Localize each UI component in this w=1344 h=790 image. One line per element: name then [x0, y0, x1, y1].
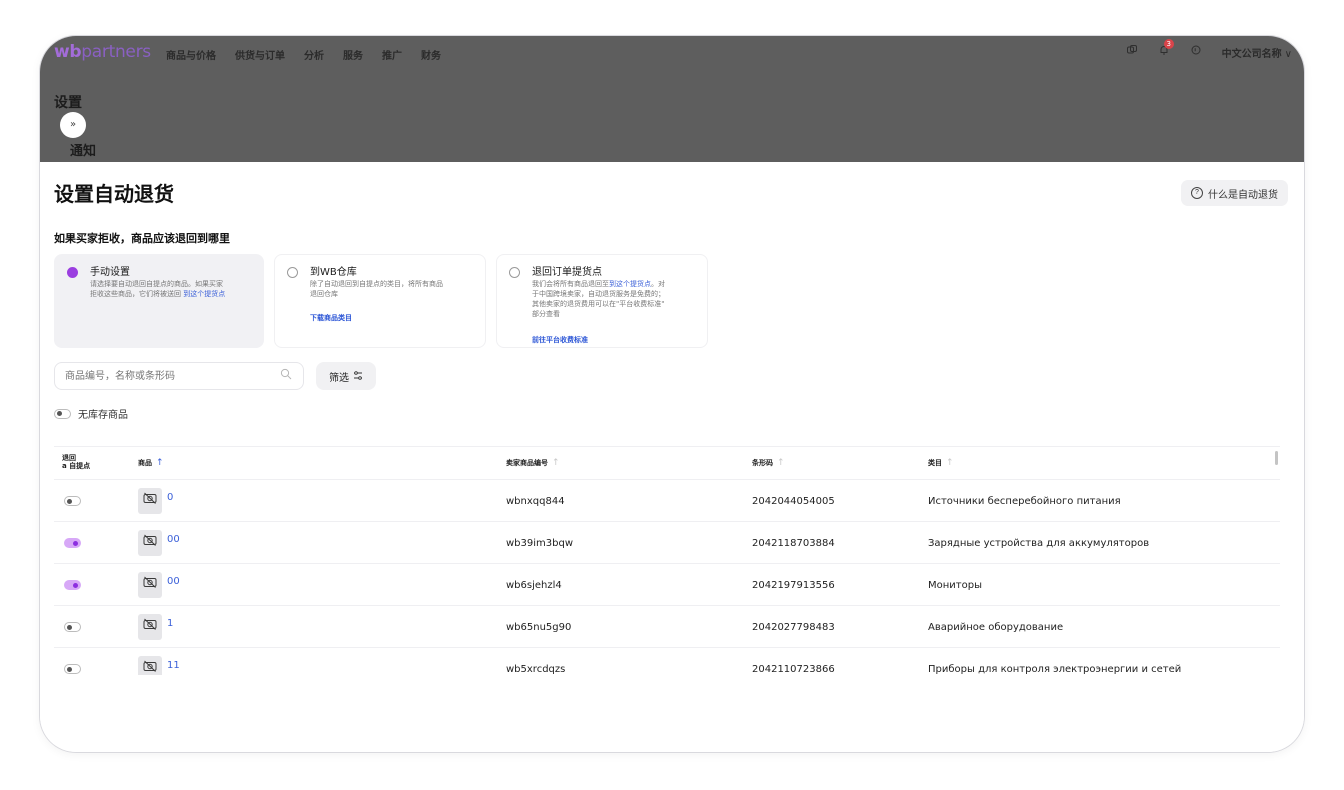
seller-code-cell: wbnxqq844	[506, 496, 565, 507]
products-table: 退回 a 自提点 商品 ↑ 卖家商品编号 ↑ 条形码 ↑ 类目 ↑ 0 wbnxqq844…	[54, 446, 1280, 675]
app-window: wbpartners 商品与价格 供货与订单 分析 服务 推广 财务 3 中文公…	[40, 36, 1304, 752]
sort-up-icon[interactable]: ↑	[946, 458, 954, 468]
settings-panel: 设置自动退货 ? 什么是自动退货 如果买家拒收，商品应该退回到哪里 手动设置 请…	[40, 162, 1304, 752]
category-cell: Зарядные устройства для аккумуляторов	[928, 538, 1150, 549]
sort-up-icon[interactable]: ↑	[552, 458, 560, 468]
barcode-cell: 2042044054005	[752, 496, 835, 507]
main-nav: 商品与价格 供货与订单 分析 服务 推广 财务	[166, 47, 460, 62]
product-name-link[interactable]: 11	[167, 660, 180, 671]
company-selector[interactable]: 中文公司名称 ∨	[1222, 45, 1292, 60]
table-row: 1 wb65nu5g90 2042027798483 Аварийное оборуд…	[54, 605, 1280, 648]
chat-icon[interactable]	[1124, 44, 1140, 60]
table-row: 00 wb6sjehzl4 2042197913556 Мониторы	[54, 563, 1280, 606]
nav-finance[interactable]: 财务	[421, 47, 441, 62]
breadcrumb-settings[interactable]: 设置	[54, 92, 82, 112]
table-scrollbar[interactable]	[1275, 451, 1278, 465]
support-icon[interactable]	[1188, 44, 1204, 60]
sort-up-icon[interactable]: ↑	[156, 458, 164, 468]
no-stock-toggle-row: 无库存商品	[54, 406, 128, 421]
question-icon: ?	[1191, 187, 1203, 199]
search-icon[interactable]	[280, 368, 292, 380]
sliders-icon	[353, 370, 363, 382]
return-pickup-toggle[interactable]	[64, 580, 81, 590]
product-name-link[interactable]: 0	[167, 492, 173, 503]
option-description: 我们会将所有商品退回至到这个提货点。对 于中国跨境卖家，自动退货服务是免费的； …	[532, 280, 665, 318]
section-subtitle: 如果买家拒收，商品应该退回到哪里	[54, 232, 230, 245]
table-row: 00 wb39im3bqw 2042118703884 Зарядные устрой…	[54, 521, 1280, 564]
option-manual[interactable]: 手动设置 请选择要自动退回自提点的商品。如果买家 拒收这些商品，它们将被送回 到…	[54, 254, 264, 348]
seller-code-cell: wb5xrcdqzs	[506, 664, 566, 675]
option-title: 退回订单提货点	[532, 267, 602, 278]
col-product[interactable]: 商品 ↑	[138, 458, 164, 468]
product-name-link[interactable]: 00	[167, 576, 180, 587]
col-return-pickup: 退回 a 自提点	[62, 454, 91, 470]
category-cell: Источники бесперебойного питания	[928, 496, 1121, 507]
product-name-link[interactable]: 00	[167, 534, 180, 545]
barcode-cell: 2042197913556	[752, 580, 835, 591]
return-pickup-toggle[interactable]	[64, 622, 81, 632]
nav-analytics[interactable]: 分析	[304, 47, 324, 62]
option-wb-warehouse[interactable]: 到WB仓库 除了自动退回到自提点的类目，将所有商品 退回仓库 下载商品类目	[274, 254, 486, 348]
table-header: 退回 a 自提点 商品 ↑ 卖家商品编号 ↑ 条形码 ↑ 类目 ↑	[54, 447, 1280, 481]
pickup-point-link[interactable]: 到这个提货点	[183, 290, 225, 298]
collapse-button[interactable]: »	[60, 112, 86, 138]
radio-order-pickup-point[interactable]	[509, 267, 520, 278]
option-title: 手动设置	[90, 267, 130, 278]
radio-wb-warehouse[interactable]	[287, 267, 298, 278]
return-pickup-toggle[interactable]	[64, 538, 81, 548]
wbpartners-logo[interactable]: wbpartners	[54, 42, 151, 62]
option-order-pickup-point[interactable]: 退回订单提货点 我们会将所有商品退回至到这个提货点。对 于中国跨境卖家，自动退货…	[496, 254, 708, 348]
fee-standards-link[interactable]: 前往平台收费标准	[532, 335, 588, 345]
radio-manual[interactable]	[67, 267, 78, 278]
product-name-link[interactable]: 1	[167, 618, 173, 629]
category-cell: Аварийное оборудование	[928, 622, 1064, 633]
barcode-cell: 2042110723866	[752, 664, 835, 675]
breadcrumb-notifications[interactable]: 通知	[70, 140, 96, 159]
no-stock-toggle[interactable]	[54, 408, 71, 419]
option-title: 到WB仓库	[310, 267, 357, 278]
no-photo-icon	[138, 572, 162, 598]
seller-code-cell: wb39im3bqw	[506, 538, 574, 549]
seller-code-cell: wb65nu5g90	[506, 622, 572, 633]
help-button[interactable]: ? 什么是自动退货	[1181, 180, 1288, 206]
nav-supply-orders[interactable]: 供货与订单	[235, 47, 285, 62]
barcode-cell: 2042118703884	[752, 538, 835, 549]
table-row: 11 wb5xrcdqzs 2042110723866 Приборы для кон…	[54, 647, 1280, 675]
table-row: 0 wbnxqq844 2042044054005 Источники беспере…	[54, 479, 1280, 522]
no-photo-icon	[138, 530, 162, 556]
category-cell: Приборы для контроля электроэнергии и се…	[928, 664, 1182, 675]
category-cell: Мониторы	[928, 580, 982, 591]
col-seller-code[interactable]: 卖家商品编号 ↑	[506, 458, 560, 468]
col-barcode[interactable]: 条形码 ↑	[752, 458, 785, 468]
header-actions: 3 中文公司名称 ∨	[1108, 39, 1292, 60]
option-description: 除了自动退回到自提点的类目，将所有商品 退回仓库	[310, 280, 443, 298]
seller-code-cell: wb6sjehzl4	[506, 580, 562, 591]
return-pickup-toggle[interactable]	[64, 664, 81, 674]
notification-badge: 3	[1163, 39, 1174, 49]
return-pickup-toggle[interactable]	[64, 496, 81, 506]
nav-products-prices[interactable]: 商品与价格	[166, 47, 216, 62]
nav-promotion[interactable]: 推广	[382, 47, 402, 62]
filter-button[interactable]: 筛选	[316, 362, 376, 390]
no-photo-icon	[138, 656, 162, 675]
option-description: 请选择要自动退回自提点的商品。如果买家 拒收这些商品，它们将被送回 到这个提货点	[90, 280, 226, 298]
col-category[interactable]: 类目 ↑	[928, 458, 954, 468]
pickup-point-link[interactable]: 到这个提货点	[609, 280, 651, 288]
chevron-down-icon: ∨	[1284, 48, 1292, 60]
bell-icon[interactable]: 3	[1156, 39, 1174, 60]
no-photo-icon	[138, 488, 162, 514]
no-stock-label: 无库存商品	[78, 410, 128, 421]
no-photo-icon	[138, 614, 162, 640]
page-title: 设置自动退货	[54, 182, 174, 206]
sort-up-icon[interactable]: ↑	[777, 458, 785, 468]
nav-services[interactable]: 服务	[343, 47, 363, 62]
top-overlay: wbpartners 商品与价格 供货与订单 分析 服务 推广 财务 3 中文公…	[40, 36, 1304, 162]
barcode-cell: 2042027798483	[752, 622, 835, 633]
download-categories-link[interactable]: 下载商品类目	[310, 313, 352, 323]
search-input[interactable]	[54, 362, 304, 390]
